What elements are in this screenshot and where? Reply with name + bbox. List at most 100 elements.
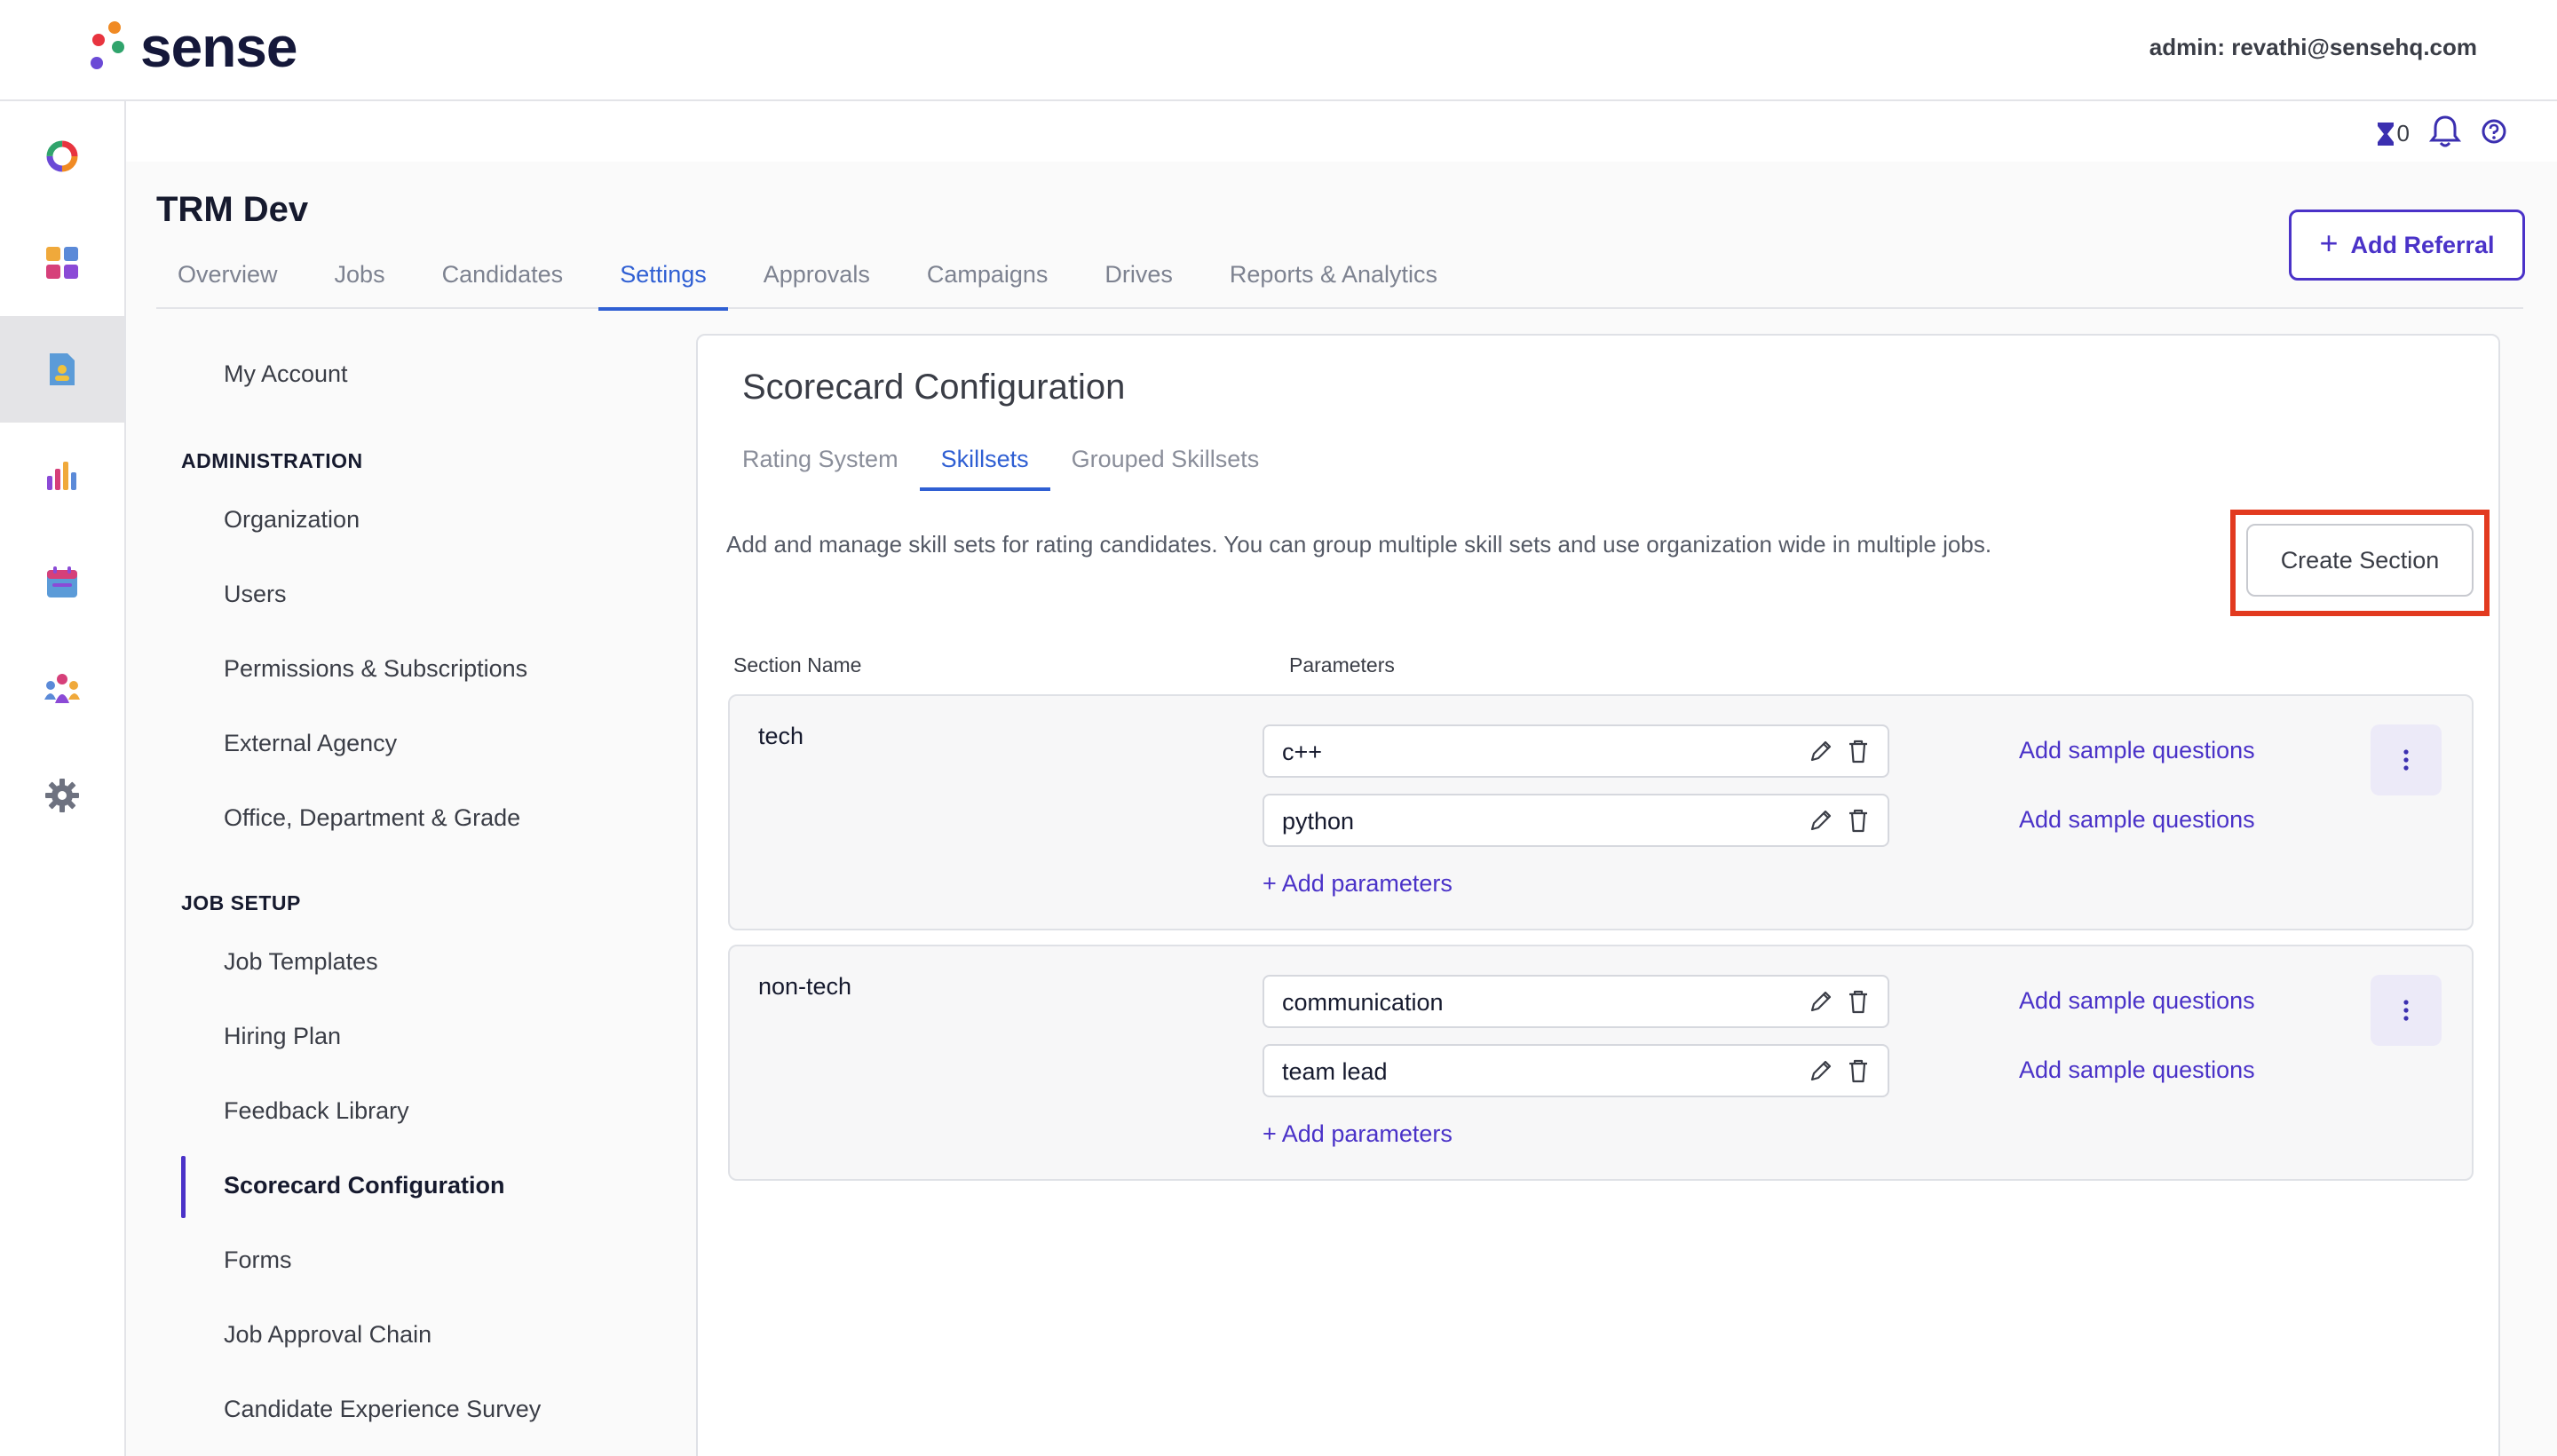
parameter-field: c++ <box>1263 724 1889 778</box>
tab-drives[interactable]: Drives <box>1083 245 1194 309</box>
bell-icon <box>2428 115 2462 147</box>
section-menu-button[interactable] <box>2371 724 2442 795</box>
nav-forms[interactable]: Forms <box>224 1246 292 1274</box>
dashboard-grid-icon <box>46 247 78 279</box>
section-name: tech <box>758 723 804 749</box>
panel-title: Scorecard Configuration <box>742 368 1126 407</box>
section-name: non-tech <box>758 973 852 1000</box>
parameter-name: c++ <box>1282 739 1323 765</box>
hourglass-icon <box>2377 122 2394 146</box>
utility-icons: 0 <box>2376 114 2507 154</box>
gear-icon <box>45 779 79 812</box>
trash-icon[interactable] <box>1845 806 1872 835</box>
tab-settings[interactable]: Settings <box>598 245 728 311</box>
add-referral-label: Add Referral <box>2350 231 2495 258</box>
column-header-section-name: Section Name <box>733 653 862 677</box>
section-card: non-tech communication Add sample questi… <box>728 945 2474 1181</box>
sense-logo[interactable]: sense <box>83 16 297 78</box>
page-title: TRM Dev <box>156 190 309 229</box>
trash-icon[interactable] <box>1845 737 1872 765</box>
add-parameters-link[interactable]: + Add parameters <box>1263 870 1453 898</box>
parameter-field: python <box>1263 794 1889 847</box>
nav-office-department-grade[interactable]: Office, Department & Grade <box>224 804 520 832</box>
create-section-button[interactable]: Create Section <box>2246 524 2474 597</box>
pencil-icon[interactable] <box>1808 806 1834 835</box>
parameter-actions <box>1808 806 1872 835</box>
rail-settings[interactable] <box>0 742 124 849</box>
nav-feedback-library[interactable]: Feedback Library <box>224 1097 409 1125</box>
rail-referrals[interactable] <box>0 316 124 423</box>
nav-my-account[interactable]: My Account <box>224 360 348 388</box>
logo-wordmark: sense <box>140 15 297 79</box>
trash-icon[interactable] <box>1845 1056 1872 1085</box>
tab-campaigns[interactable]: Campaigns <box>906 245 1070 309</box>
nav-scorecard-configuration[interactable]: Scorecard Configuration <box>224 1172 505 1199</box>
nav-users[interactable]: Users <box>224 581 287 608</box>
left-icon-rail <box>0 101 126 1456</box>
add-sample-questions-link[interactable]: Add sample questions <box>2019 1056 2255 1084</box>
add-sample-questions-link[interactable]: Add sample questions <box>2019 806 2255 834</box>
main-tab-bar: Overview Jobs Candidates Settings Approv… <box>156 245 2523 311</box>
help-button[interactable] <box>2481 118 2507 149</box>
nav-heading-job-setup: JOB SETUP <box>181 891 301 914</box>
subtab-rating-system[interactable]: Rating System <box>742 437 899 491</box>
section-card: tech c++ Add sample questions python Add… <box>728 694 2474 930</box>
add-parameters-link[interactable]: + Add parameters <box>1263 1120 1453 1148</box>
rail-calendar[interactable] <box>0 529 124 636</box>
rail-community[interactable] <box>0 636 124 742</box>
parameter-name: communication <box>1282 989 1444 1016</box>
plus-icon: + <box>2319 225 2339 261</box>
subtab-skillsets[interactable]: Skillsets <box>919 437 1050 491</box>
tab-candidates[interactable]: Candidates <box>421 245 585 309</box>
top-bar: sense admin: revathi@sensehq.com <box>0 0 2557 101</box>
pencil-icon[interactable] <box>1808 987 1834 1016</box>
ring-logo-icon <box>46 140 78 172</box>
people-group-icon <box>44 674 80 703</box>
section-menu-button[interactable] <box>2371 975 2442 1046</box>
rail-home[interactable] <box>0 103 124 210</box>
nav-active-indicator <box>181 1156 186 1218</box>
panel-description: Add and manage skill sets for rating can… <box>726 531 1992 558</box>
utility-strip <box>126 103 2557 162</box>
nav-job-approval-chain[interactable]: Job Approval Chain <box>224 1321 431 1349</box>
nav-permissions-subscriptions[interactable]: Permissions & Subscriptions <box>224 655 527 683</box>
parameter-actions <box>1808 1056 1872 1085</box>
nav-heading-administration: ADMINISTRATION <box>181 449 363 472</box>
bar-chart-icon <box>47 462 76 490</box>
nav-job-templates[interactable]: Job Templates <box>224 948 378 976</box>
trash-icon[interactable] <box>1845 987 1872 1016</box>
subtab-grouped-skillsets[interactable]: Grouped Skillsets <box>1072 437 1260 491</box>
parameter-field: communication <box>1263 975 1889 1028</box>
nav-external-agency[interactable]: External Agency <box>224 730 397 757</box>
notifications-button[interactable] <box>2428 114 2462 154</box>
kebab-menu-icon <box>2403 749 2409 771</box>
nav-organization[interactable]: Organization <box>224 506 360 534</box>
add-sample-questions-link[interactable]: Add sample questions <box>2019 987 2255 1015</box>
scorecard-sub-tabs: Rating System Skillsets Grouped Skillset… <box>742 437 1302 491</box>
pencil-icon[interactable] <box>1808 1056 1834 1085</box>
parameter-actions <box>1808 737 1872 765</box>
admin-account-label[interactable]: admin: revathi@sensehq.com <box>2149 34 2477 61</box>
help-circle-icon <box>2482 119 2506 144</box>
tab-approvals[interactable]: Approvals <box>742 245 891 309</box>
nav-hiring-plan[interactable]: Hiring Plan <box>224 1023 341 1050</box>
pencil-icon[interactable] <box>1808 737 1834 765</box>
rail-analytics[interactable] <box>0 423 124 529</box>
calendar-icon <box>47 566 77 597</box>
tab-jobs[interactable]: Jobs <box>313 245 407 309</box>
kebab-menu-icon <box>2403 1000 2409 1021</box>
rail-dashboard[interactable] <box>0 210 124 316</box>
tab-overview[interactable]: Overview <box>156 245 299 309</box>
document-person-icon <box>50 353 75 385</box>
parameter-name: team lead <box>1282 1058 1388 1085</box>
tab-reports-analytics[interactable]: Reports & Analytics <box>1208 245 1459 309</box>
timer-count: 0 <box>2396 120 2410 146</box>
parameter-name: python <box>1282 808 1355 835</box>
add-sample-questions-link[interactable]: Add sample questions <box>2019 737 2255 764</box>
logo-dots-icon <box>83 18 128 76</box>
column-header-parameters: Parameters <box>1289 653 1395 677</box>
nav-candidate-experience-survey[interactable]: Candidate Experience Survey <box>224 1396 541 1423</box>
parameter-field: team lead <box>1263 1044 1889 1097</box>
timer-indicator[interactable]: 0 <box>2376 120 2410 147</box>
add-referral-button[interactable]: + Add Referral <box>2289 210 2525 281</box>
